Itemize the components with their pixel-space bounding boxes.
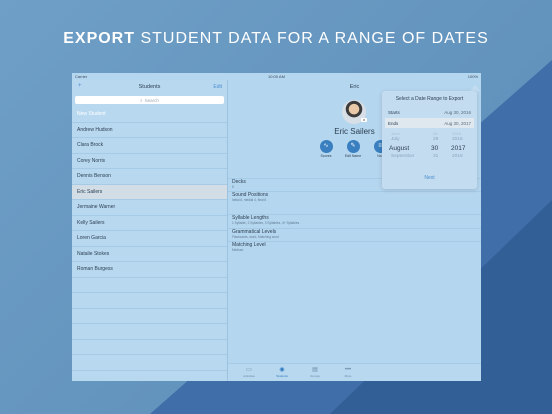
- tab-activities[interactable]: ▭ Activities: [234, 366, 264, 378]
- list-item[interactable]: Clara Brock: [72, 138, 227, 154]
- starts-label: Starts: [388, 109, 400, 115]
- picker-month: August: [389, 145, 410, 152]
- list-item[interactable]: Dennis Benson: [72, 169, 227, 185]
- tab-label: Activities: [243, 374, 255, 378]
- picker-month: June: [391, 131, 400, 136]
- starts-row[interactable]: Starts Aug 30, 2016: [385, 107, 474, 117]
- list-item[interactable]: Andrew Hudson: [72, 123, 227, 138]
- empty-row: [72, 293, 227, 309]
- date-picker[interactable]: June 28 2015 July 29 2016 August 30 2017…: [385, 131, 474, 169]
- search-input[interactable]: ⌕ Search: [75, 96, 224, 104]
- tab-bar: ▭ Activities ◉ Students ▤ Groups ••• More: [228, 363, 481, 381]
- students-pane: + Students Edit ⌕ Search New Student Andr…: [72, 80, 228, 381]
- ends-row[interactable]: Ends Aug 30, 2017: [385, 118, 474, 128]
- tab-more[interactable]: ••• More: [333, 366, 363, 378]
- picker-month: July: [391, 137, 400, 142]
- chart-icon: ∿: [319, 140, 333, 153]
- ends-label: Ends: [388, 120, 399, 126]
- camera-icon[interactable]: ◘: [361, 118, 367, 122]
- empty-row: [72, 324, 227, 340]
- students-title: Students: [138, 84, 161, 90]
- settings-section[interactable]: Grammatical Levels Flashcards, word, Matc…: [228, 228, 481, 239]
- empty-row: [72, 340, 227, 355]
- action-label: Scores: [320, 154, 332, 158]
- list-item[interactable]: Kelly Sailers: [72, 216, 227, 231]
- list-item[interactable]: Loren Garcia: [72, 231, 227, 247]
- picker-day: 28: [433, 131, 438, 136]
- student-list: New Student Andrew Hudson Clara Brock Corey…: [72, 107, 227, 371]
- carrier-label: Carrier: [75, 74, 88, 79]
- headline: EXPORT STUDENT DATA FOR A RANGE OF DATES: [0, 30, 552, 48]
- ipad-screen: Carrier 10:00 AM 100% + Students Edit ⌕ …: [72, 73, 481, 381]
- tab-groups[interactable]: ▤ Groups: [300, 366, 330, 378]
- ends-value: Aug 30, 2017: [444, 120, 471, 126]
- action-chart-button[interactable]: ∿ Scores: [316, 140, 336, 158]
- picker-year: 2017: [451, 145, 466, 152]
- battery-label: 100%: [467, 74, 478, 79]
- picker-day: 31: [433, 154, 439, 159]
- picker-year: 2018: [452, 154, 463, 159]
- picker-day: 29: [433, 137, 439, 142]
- empty-row: [72, 278, 227, 293]
- detail-header: Eric: [349, 84, 360, 90]
- picker-day: 30: [431, 145, 439, 152]
- popover-title: Select a Date Range to Export: [395, 96, 464, 102]
- clock-label: 10:00 AM: [268, 74, 285, 79]
- search-placeholder: Search: [144, 97, 159, 103]
- empty-row: [72, 309, 227, 324]
- edit-icon: ✎: [346, 140, 360, 153]
- headline-rest: STUDENT DATA FOR A RANGE OF DATES: [135, 30, 489, 47]
- search-icon: ⌕: [140, 97, 143, 103]
- empty-row: [72, 355, 227, 371]
- tab-label: More: [344, 374, 352, 378]
- tab-label: Groups: [310, 374, 320, 378]
- section-subtitle: Flashcards, word, Matching word: [232, 235, 279, 239]
- picker-month: September: [391, 154, 415, 159]
- cards-icon: ▭: [246, 367, 252, 373]
- picker-year: 2015: [452, 131, 461, 136]
- section-subtitle: Initial 6, medial 4, final 6: [232, 198, 267, 202]
- date-range-popover: Select a Date Range to Export Starts Aug…: [382, 91, 477, 189]
- headline-bold: EXPORT: [63, 30, 136, 47]
- tab-label: Students: [276, 374, 288, 378]
- tab-students[interactable]: ◉ Students: [267, 366, 297, 378]
- person-icon: ◉: [279, 367, 285, 373]
- picker-year: 2016: [452, 137, 463, 142]
- list-item[interactable]: Roman Burgess: [72, 262, 227, 278]
- section-subtitle: Medium: [232, 248, 244, 252]
- status-bar: Carrier 10:00 AM 100%: [72, 73, 481, 80]
- settings-section[interactable]: Syllable Lengths 1 Syllable, 2 Syllables,…: [228, 214, 481, 225]
- action-label: Edit Name: [344, 154, 362, 158]
- students-header: + Students Edit: [72, 80, 227, 94]
- list-item[interactable]: Jermaine Warner: [72, 200, 227, 216]
- starts-value: Aug 30, 2016: [444, 109, 471, 115]
- group-icon: ▤: [312, 367, 318, 373]
- settings-section[interactable]: Matching Level Medium: [228, 241, 481, 252]
- more-icon: •••: [344, 367, 352, 373]
- section-subtitle: 1 Syllable, 2 Syllables, 3 Syllables, 4+…: [232, 221, 300, 225]
- list-item[interactable]: Natalie Stokes: [72, 247, 227, 262]
- action-edit-button[interactable]: ✎ Edit Name: [343, 140, 363, 158]
- list-item[interactable]: Corey Norris: [72, 154, 227, 169]
- edit-button[interactable]: Edit: [213, 84, 222, 90]
- list-item[interactable]: New Student: [72, 107, 227, 123]
- next-button[interactable]: Next: [382, 175, 477, 181]
- settings-section[interactable]: Sound Positions Initial 6, medial 4, fina…: [228, 191, 481, 202]
- list-item[interactable]: Eric Sailers: [72, 184, 227, 200]
